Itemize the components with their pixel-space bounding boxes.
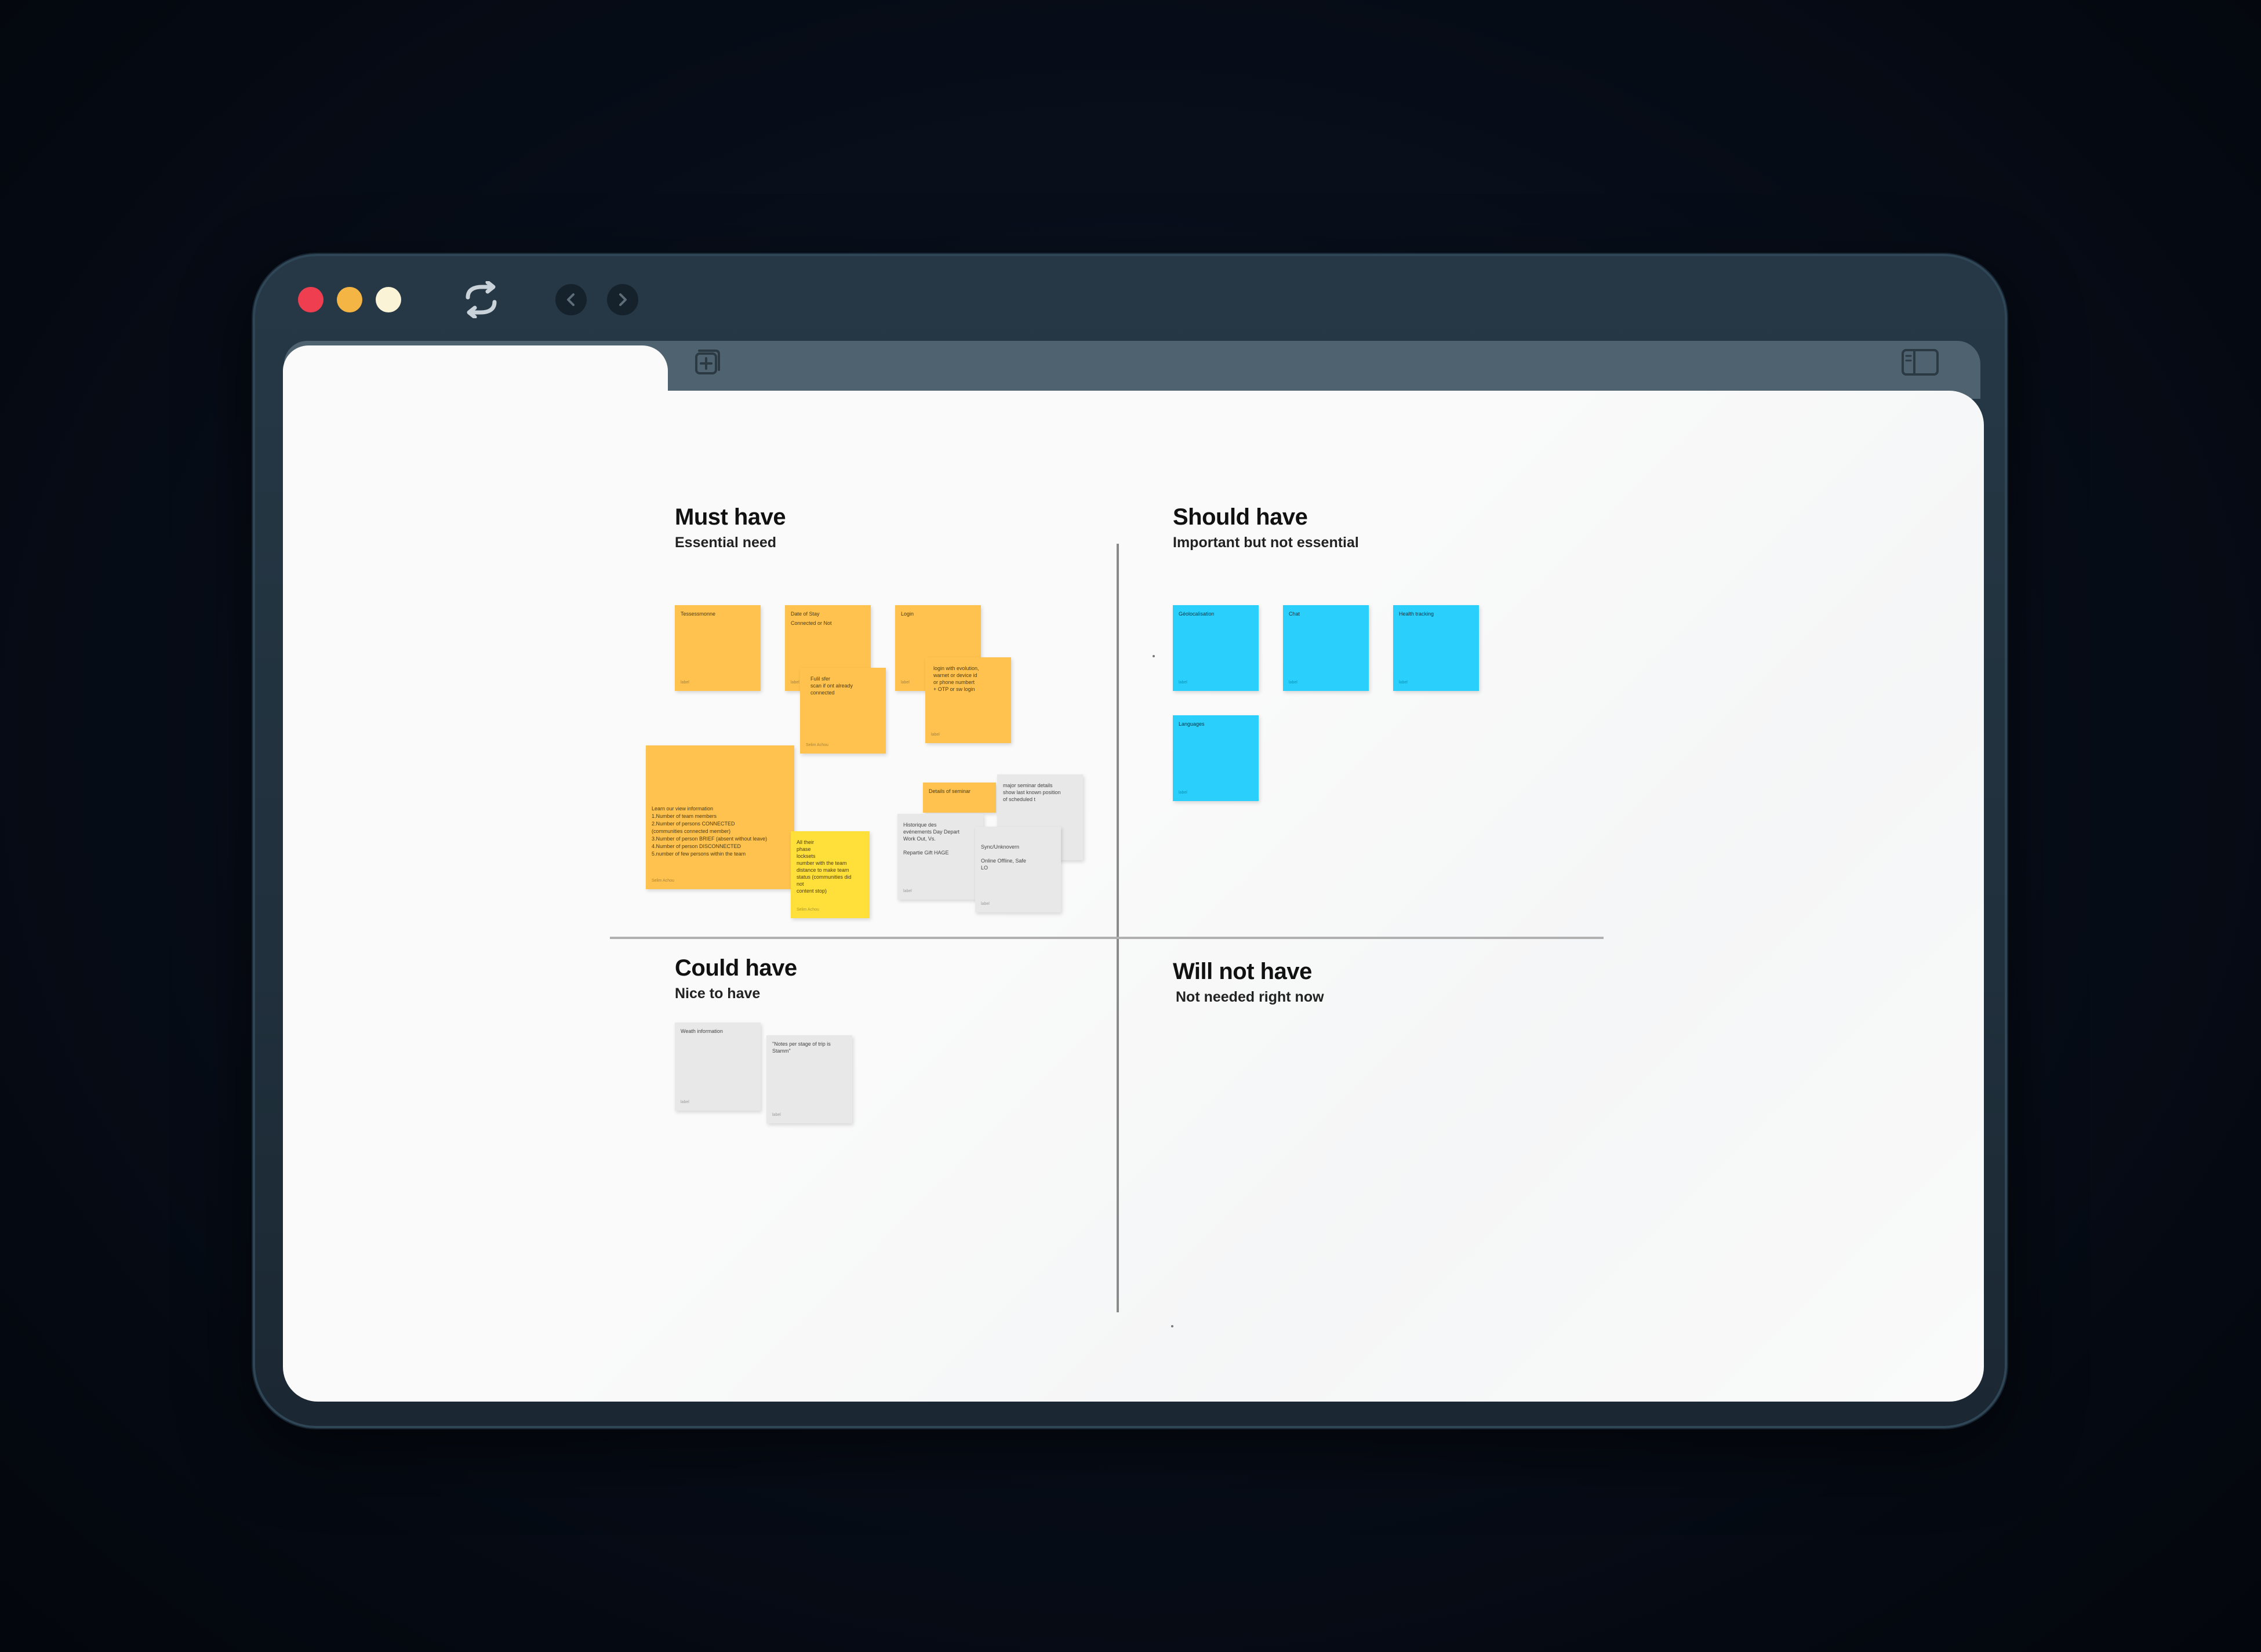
minimize-button[interactable] — [337, 287, 362, 312]
quadrant-title-should: Should have — [1173, 504, 1308, 530]
quadrant-subtitle-should: Important but not essential — [1173, 534, 1359, 551]
quadrant-title-could: Could have — [675, 955, 797, 981]
chevron-right-icon — [619, 293, 627, 306]
sticky-note[interactable]: Languages label — [1173, 715, 1259, 801]
quadrant-title-wont: Will not have — [1173, 959, 1312, 984]
sticky-note[interactable]: All their phase locksets number with the… — [791, 831, 870, 918]
forward-button[interactable] — [607, 284, 638, 315]
quadrant-subtitle-wont: Not needed right now — [1176, 989, 1324, 1005]
sticky-note[interactable]: Details of seminar — [923, 783, 996, 813]
sticky-note[interactable]: Fulil sfer scan if ont already connected… — [800, 668, 886, 754]
horizontal-divider — [610, 937, 1604, 939]
sticky-note[interactable]: Chat label — [1283, 605, 1369, 691]
sticky-note[interactable]: Sync/Unknovern Online Offline, Safe LO l… — [975, 827, 1061, 912]
chevron-left-icon — [567, 293, 575, 306]
sticky-note[interactable]: "Notes per stage of trip is Stamm" label — [766, 1035, 852, 1123]
sidebar-toggle-button[interactable] — [1900, 347, 1940, 378]
close-button[interactable] — [298, 287, 323, 312]
sticky-note[interactable]: Health tracking label — [1393, 605, 1479, 691]
new-tab-button[interactable] — [691, 347, 722, 378]
zoom-button[interactable] — [376, 287, 401, 312]
back-button[interactable] — [555, 284, 587, 315]
refresh-icon[interactable] — [461, 280, 501, 319]
quadrant-title-must: Must have — [675, 504, 786, 530]
browser-window: Must have Essential need Should have Imp… — [253, 254, 2007, 1428]
quadrant-subtitle-could: Nice to have — [675, 985, 761, 1002]
quadrant-subtitle-must: Essential need — [675, 534, 777, 551]
plus-square-icon — [695, 350, 720, 374]
whiteboard-canvas[interactable]: Must have Essential need Should have Imp… — [283, 391, 1984, 1402]
sidebar-toggle-icon — [1902, 349, 1939, 376]
sticky-note[interactable]: Géolocalisation label — [1173, 605, 1259, 691]
sticky-note[interactable]: login with evolution, warnet or device i… — [925, 657, 1011, 743]
vertical-divider — [1117, 544, 1119, 1312]
sticky-note[interactable]: Historique des evénements Day Depart Wor… — [897, 814, 983, 900]
sticky-note[interactable]: Tessessmonne label — [675, 605, 761, 691]
sticky-note[interactable]: Weath information label — [675, 1023, 761, 1111]
